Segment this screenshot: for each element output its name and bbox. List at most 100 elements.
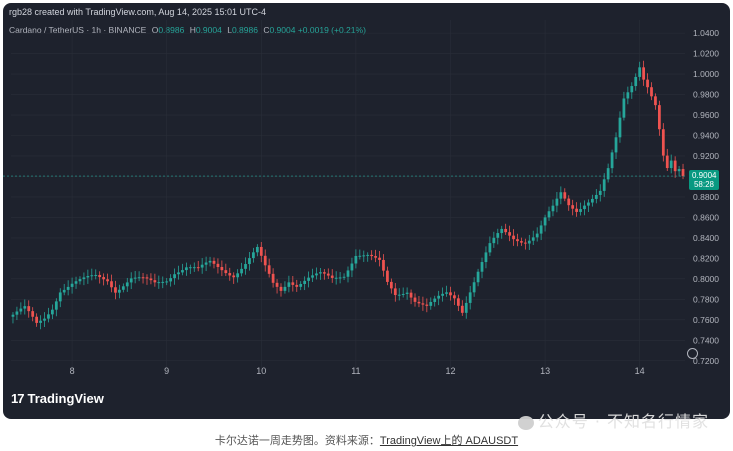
- candle-body: [224, 270, 228, 274]
- candle-body: [602, 179, 606, 191]
- price-tick-label: 1.0200: [693, 49, 719, 59]
- candle-body: [496, 233, 500, 238]
- candle-body: [114, 287, 117, 293]
- candle-body: [543, 217, 547, 226]
- candlestick-chart[interactable]: 1.0400 1.0200 1.0000 0.9800 0.9600 0.9400 0.92…: [3, 3, 730, 419]
- candle-body: [362, 255, 366, 257]
- candle-body: [346, 270, 350, 277]
- candle-body: [437, 295, 441, 299]
- candle-body: [559, 192, 563, 199]
- candle-body: [516, 239, 519, 242]
- candle-body: [248, 258, 251, 265]
- candle-body: [551, 205, 555, 212]
- candle-body: [43, 318, 46, 321]
- candle-body: [35, 316, 38, 323]
- candle-body: [177, 272, 180, 275]
- candle-body: [121, 286, 125, 290]
- candle-body: [468, 292, 472, 303]
- candle-body: [228, 273, 232, 276]
- candle-body: [149, 278, 153, 281]
- price-tick-label: 1.0400: [693, 28, 719, 38]
- candle-body: [417, 301, 421, 304]
- candle-body: [433, 298, 437, 302]
- price-tick-label: 0.7400: [693, 335, 719, 345]
- candle-body: [133, 277, 137, 279]
- candle-body: [137, 277, 141, 279]
- candle-body: [527, 240, 531, 244]
- candle-body: [520, 241, 523, 243]
- candle-body: [188, 267, 192, 269]
- candle-body: [630, 86, 634, 93]
- candle-body: [413, 297, 417, 302]
- candle-body: [200, 264, 204, 268]
- wechat-icon: [517, 415, 534, 430]
- candle-body: [275, 282, 279, 287]
- candle-body: [610, 152, 614, 169]
- candle-body: [622, 98, 626, 118]
- candle-body: [594, 194, 598, 199]
- candle-body: [291, 282, 295, 285]
- candle-body: [421, 303, 425, 305]
- price-tick-label: 0.9800: [693, 90, 719, 100]
- candle-body: [350, 263, 354, 271]
- candle-body: [606, 168, 610, 180]
- candle-body: [11, 314, 15, 317]
- candle-body: [192, 267, 196, 269]
- candle-body: [571, 205, 575, 209]
- candle-body: [263, 255, 267, 266]
- candle-body: [535, 233, 539, 238]
- replay-icon[interactable]: [687, 348, 698, 359]
- candle-body: [271, 273, 275, 283]
- last-price-tag: 0.9004 58:28: [689, 170, 719, 191]
- candle-body: [169, 278, 173, 282]
- candle-body: [19, 308, 23, 312]
- candle-body: [311, 275, 314, 278]
- candle-body: [181, 270, 184, 273]
- price-tick-label: 0.9400: [693, 131, 719, 141]
- tradingview-mark-icon: 17: [11, 391, 25, 406]
- price-tick-label: 1.0000: [693, 69, 719, 79]
- candle-body: [236, 273, 240, 278]
- candle-body: [303, 280, 307, 284]
- grid-lines: [11, 20, 685, 371]
- candle-body: [460, 305, 464, 313]
- candle-body: [66, 286, 70, 290]
- candle-body: [141, 277, 145, 279]
- price-tick-label: 0.7200: [693, 356, 719, 366]
- candle-body: [614, 137, 618, 153]
- candle-body: [488, 243, 492, 253]
- candle-body: [358, 255, 362, 257]
- candle-body: [354, 255, 358, 264]
- candle-body: [129, 278, 133, 283]
- candle-body: [484, 252, 488, 263]
- tradingview-logo: 17 TradingView: [11, 391, 104, 406]
- time-axis: 8 9 10 11 12 13 14: [70, 366, 645, 376]
- candle-body: [204, 262, 208, 265]
- candle-body: [259, 246, 263, 256]
- candle-body: [232, 275, 236, 278]
- candle-body: [382, 259, 385, 271]
- candle-body: [665, 155, 669, 169]
- price-tick-label: 0.8800: [693, 192, 719, 202]
- price-tick-label: 0.8000: [693, 274, 719, 284]
- candle-body: [240, 268, 243, 274]
- candle-body: [425, 304, 429, 306]
- candle-body: [476, 271, 480, 283]
- candle-body: [500, 228, 504, 234]
- candle-body: [409, 292, 413, 298]
- time-tick-label: 14: [635, 366, 645, 376]
- candle-body: [283, 286, 287, 291]
- price-tick-label: 0.8400: [693, 233, 719, 243]
- candle-body: [366, 254, 370, 256]
- candle-body: [654, 96, 657, 106]
- candle-body: [165, 281, 169, 283]
- candle-body: [47, 314, 50, 319]
- price-tick-label: 0.9600: [693, 110, 719, 120]
- caption-prefix: 卡尔达诺一周走势图。资料来源：: [214, 435, 380, 447]
- candle-body: [445, 292, 448, 294]
- caption-source-link[interactable]: TradingView上的 ADAUSDT: [380, 435, 518, 447]
- candle-body: [54, 301, 58, 310]
- candle-body: [196, 267, 200, 269]
- candle-body: [102, 277, 106, 280]
- candle-body: [307, 277, 310, 281]
